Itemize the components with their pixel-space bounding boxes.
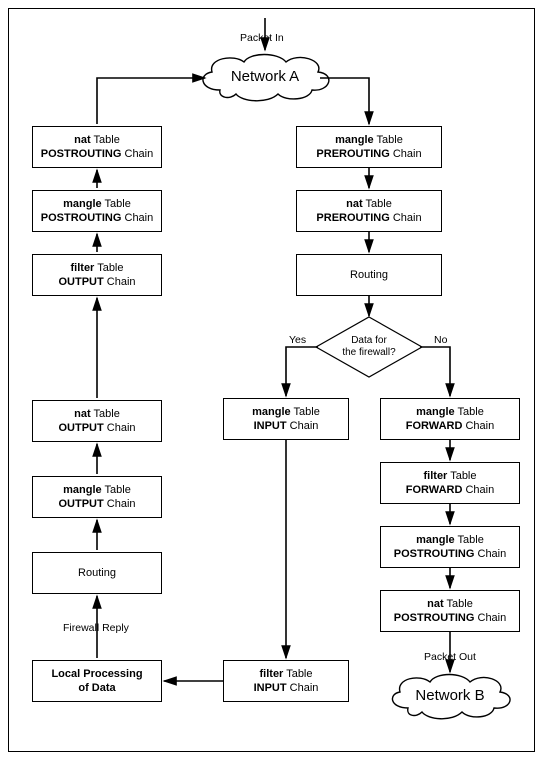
box-line2: INPUT Chain	[254, 419, 319, 433]
box-line2: FORWARD Chain	[406, 419, 494, 433]
label-packet-out: Packet Out	[424, 651, 476, 663]
box-line2: POSTROUTING Chain	[41, 147, 153, 161]
box-line2: OUTPUT Chain	[58, 421, 135, 435]
box-line1: nat Table	[74, 407, 120, 421]
box-filter-output: filter Table OUTPUT Chain	[32, 254, 162, 296]
box-line2: PREROUTING Chain	[316, 147, 421, 161]
decision-line1: Data for	[351, 335, 387, 346]
box-routing-left: Routing	[32, 552, 162, 594]
box-line2: of Data	[78, 681, 115, 695]
decision-data-for-firewall: Data for the firewall?	[314, 315, 424, 379]
diagram-frame	[8, 8, 535, 752]
box-line2: INPUT Chain	[254, 681, 319, 695]
box-line2: POSTROUTING Chain	[41, 211, 153, 225]
box-line1: nat Table	[427, 597, 473, 611]
label-no: No	[434, 334, 447, 346]
box-filter-forward: filter Table FORWARD Chain	[380, 462, 520, 504]
box-mangle-output: mangle Table OUTPUT Chain	[32, 476, 162, 518]
box-local-processing: Local Processing of Data	[32, 660, 162, 702]
box-line2: PREROUTING Chain	[316, 211, 421, 225]
box-line1: mangle Table	[416, 533, 484, 547]
box-nat-postrouting-right: nat Table POSTROUTING Chain	[380, 590, 520, 632]
box-filter-input: filter Table INPUT Chain	[223, 660, 349, 702]
box-mangle-forward: mangle Table FORWARD Chain	[380, 398, 520, 440]
box-line1: mangle Table	[63, 483, 131, 497]
box-line1: Routing	[78, 566, 116, 580]
box-mangle-postrouting-left: mangle Table POSTROUTING Chain	[32, 190, 162, 232]
box-line1: Local Processing	[51, 667, 142, 681]
box-nat-prerouting: nat Table PREROUTING Chain	[296, 190, 442, 232]
box-nat-output: nat Table OUTPUT Chain	[32, 400, 162, 442]
box-mangle-input: mangle Table INPUT Chain	[223, 398, 349, 440]
box-line1: mangle Table	[252, 405, 320, 419]
box-line1: mangle Table	[63, 197, 131, 211]
box-line1: mangle Table	[416, 405, 484, 419]
box-routing-right: Routing	[296, 254, 442, 296]
box-line2: POSTROUTING Chain	[394, 547, 506, 561]
label-packet-in: Packet In	[240, 32, 284, 44]
box-line1: Routing	[350, 268, 388, 282]
box-line1: nat Table	[74, 133, 120, 147]
box-line2: POSTROUTING Chain	[394, 611, 506, 625]
box-line2: OUTPUT Chain	[58, 497, 135, 511]
box-nat-postrouting-left: nat Table POSTROUTING Chain	[32, 126, 162, 168]
box-mangle-postrouting-right: mangle Table POSTROUTING Chain	[380, 526, 520, 568]
box-line1: filter Table	[260, 667, 313, 681]
label-yes: Yes	[289, 334, 306, 346]
box-line1: filter Table	[424, 469, 477, 483]
box-line2: FORWARD Chain	[406, 483, 494, 497]
box-line1: mangle Table	[335, 133, 403, 147]
label-firewall-reply: Firewall Reply	[63, 622, 129, 634]
decision-line2: the firewall?	[342, 347, 395, 358]
box-line2: OUTPUT Chain	[58, 275, 135, 289]
box-line1: nat Table	[346, 197, 392, 211]
box-line1: filter Table	[71, 261, 124, 275]
box-mangle-prerouting: mangle Table PREROUTING Chain	[296, 126, 442, 168]
